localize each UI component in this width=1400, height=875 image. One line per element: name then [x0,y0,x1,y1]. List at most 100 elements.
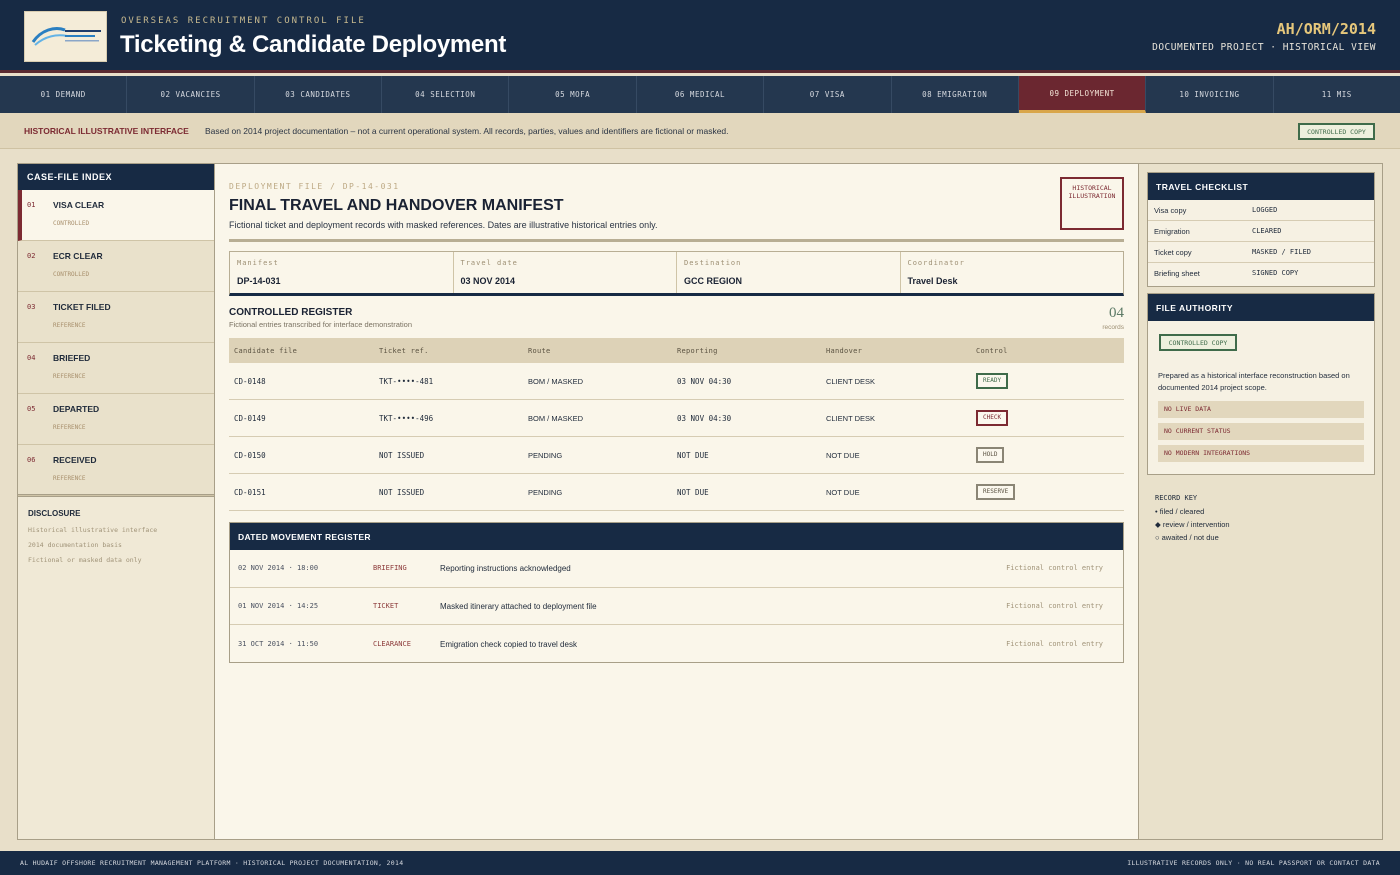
tab-mofa[interactable]: 05 MOFA [509,76,637,113]
tab-emigration[interactable]: 08 EMIGRATION [892,76,1019,113]
status-badge[interactable]: HOLD [976,447,1005,463]
checklist-key: Ticket copy [1154,248,1192,257]
meta-travel-date: Travel date 03 NOV 2014 [454,252,677,293]
travel-checklist: TRAVEL CHECKLIST Visa copy LOGGED Emigra… [1147,172,1375,287]
status-badge[interactable]: RESERVE [976,484,1016,500]
checklist-value: MASKED / FILED [1252,248,1312,256]
checklist-title: TRAVEL CHECKLIST [1148,173,1374,200]
disclosure-title: DISCLOSURE [28,509,81,518]
movement-time: 02 NOV 2014 · 18:00 [238,564,319,573]
record-key-item: ◆ review / intervention [1155,520,1230,529]
notice-label: HISTORICAL ILLUSTRATIVE INTERFACE [24,126,189,136]
meta-key: Travel date [460,259,518,267]
tab-candidates[interactable]: 03 CANDIDATES [255,76,383,113]
deployment-file: DEPLOYMENT FILE / DP-14-031 FINAL TRAVEL… [216,164,1138,839]
case-name: TICKET FILED [53,302,111,312]
footer-left: AL HUDAIF OFFSHORE RECRUITMENT MANAGEMEN… [20,859,404,867]
case-state: CONTROLLED [53,271,90,278]
table-row[interactable]: CD-0150 NOT ISSUED PENDING NOT DUE NOT D… [229,437,1124,474]
file-authority: FILE AUTHORITY CONTROLLED COPY Prepared … [1147,293,1375,475]
controlled-register-table: Candidate file Ticket ref. Route Reporti… [229,338,1124,511]
case-state: REFERENCE [53,424,86,431]
status-badge[interactable]: CHECK [976,410,1009,426]
tab-medical[interactable]: 06 MEDICAL [637,76,765,113]
case-item-ticket-filed[interactable]: 03 TICKET FILED REFERENCE [18,292,214,343]
status-badge[interactable]: READY [976,373,1009,389]
column-header: Reporting [677,346,718,355]
case-number: 03 [27,303,36,311]
case-name: BRIEFED [53,353,91,363]
case-number: 05 [27,405,36,413]
authority-flag: NO LIVE DATA [1158,401,1364,418]
record-key: RECORD KEY • filed / cleared ◆ review / … [1155,494,1230,546]
candidate-file: CD-0148 [234,376,266,386]
stamp-line: ILLUSTRATION [1068,192,1116,200]
case-item-briefed[interactable]: 04 BRIEFED REFERENCE [18,343,214,394]
historical-stamp: HISTORICAL ILLUSTRATION [1060,177,1124,230]
record-count: 04 [1109,305,1124,321]
case-number: 04 [27,354,36,362]
route: PENDING [528,450,563,460]
app-header: OVERSEAS RECRUITMENT CONTROL FILE Ticket… [0,0,1400,73]
page-title: Ticketing & Candidate Deployment [120,31,507,58]
file-description: Fictional ticket and deployment records … [229,220,658,230]
ticket-ref: NOT ISSUED [379,450,425,460]
movement-type: CLEARANCE [373,640,411,649]
case-name: ECR CLEAR [53,251,103,261]
movement-row[interactable]: 01 NOV 2014 · 14:25 TICKET Masked itiner… [230,588,1123,626]
movement-description: Emigration check copied to travel desk [440,639,577,649]
case-file-sidebar: CASE-FILE INDEX 01 VISA CLEAR CONTROLLED… [18,164,215,839]
checklist-value: CLEARED [1252,227,1282,235]
table-row[interactable]: CD-0151 NOT ISSUED PENDING NOT DUE NOT D… [229,474,1124,511]
tab-demand[interactable]: 01 DEMAND [0,76,128,113]
disclosure-line: Fictional or masked data only [28,556,142,564]
meta-destination: Destination GCC REGION [677,252,901,293]
movement-note: Fictional control entry [1006,602,1103,611]
tab-visa[interactable]: 07 VISA [764,76,892,113]
tab-mis[interactable]: 11 MIS [1274,76,1400,113]
tab-selection[interactable]: 04 SELECTION [382,76,510,113]
case-number: 06 [27,456,36,464]
case-item-visa-clear[interactable]: 01 VISA CLEAR CONTROLLED [18,190,214,241]
case-item-received[interactable]: 06 RECEIVED REFERENCE [18,445,214,496]
authority-title: FILE AUTHORITY [1148,294,1374,321]
file-kicker: DEPLOYMENT FILE / DP-14-031 [229,182,400,191]
register-title: CONTROLLED REGISTER [229,307,353,318]
tab-invoicing[interactable]: 10 INVOICING [1146,76,1274,113]
checklist-value: LOGGED [1252,206,1278,214]
right-panel: TRAVEL CHECKLIST Visa copy LOGGED Emigra… [1138,164,1382,839]
movement-type: BRIEFING [373,564,407,573]
case-state: REFERENCE [53,475,86,482]
checklist-key: Visa copy [1154,206,1187,215]
handover: CLIENT DESK [826,413,876,423]
logo-swoosh-icon [31,27,101,46]
controlled-copy-badge: CONTROLLED COPY [1159,334,1237,351]
column-header: Control [976,346,1008,355]
table-row[interactable]: CD-0149 TKT-••••-496 BOM / MASKED 03 NOV… [229,400,1124,437]
disclosure-line: 2014 documentation basis [28,541,122,549]
movement-time: 01 NOV 2014 · 14:25 [238,602,319,611]
case-state: REFERENCE [53,373,86,380]
meta-key: Coordinator [907,259,965,267]
meta-value: GCC REGION [684,276,743,286]
register-subtitle: Fictional entries transcribed for interf… [229,320,413,329]
notice-bar: HISTORICAL ILLUSTRATIVE INTERFACE Based … [0,113,1400,149]
company-logo [24,11,107,62]
manifest-meta: Manifest DP-14-031 Travel date 03 NOV 20… [229,251,1124,296]
movement-row[interactable]: 31 OCT 2014 · 11:50 CLEARANCE Emigration… [230,625,1123,663]
column-header: Route [528,346,551,355]
case-item-departed[interactable]: 05 DEPARTED REFERENCE [18,394,214,445]
movement-row[interactable]: 02 NOV 2014 · 18:00 BRIEFING Reporting i… [230,550,1123,588]
view-mode: DOCUMENTED PROJECT · HISTORICAL VIEW [1152,42,1376,53]
case-state: CONTROLLED [53,220,90,227]
tab-vacancies[interactable]: 02 VACANCIES [127,76,255,113]
table-row[interactable]: CD-0148 TKT-••••-481 BOM / MASKED 03 NOV… [229,363,1124,400]
movement-note: Fictional control entry [1006,564,1103,573]
tab-deployment[interactable]: 09 DEPLOYMENT [1018,76,1147,113]
stamp-line: HISTORICAL [1072,184,1112,192]
case-item-ecr-clear[interactable]: 02 ECR CLEAR CONTROLLED [18,241,214,292]
reporting: NOT DUE [677,487,709,497]
checklist-key: Emigration [1154,227,1190,236]
file-title: FINAL TRAVEL AND HANDOVER MANIFEST [229,197,564,214]
app-footer: AL HUDAIF OFFSHORE RECRUITMENT MANAGEMEN… [0,851,1400,875]
